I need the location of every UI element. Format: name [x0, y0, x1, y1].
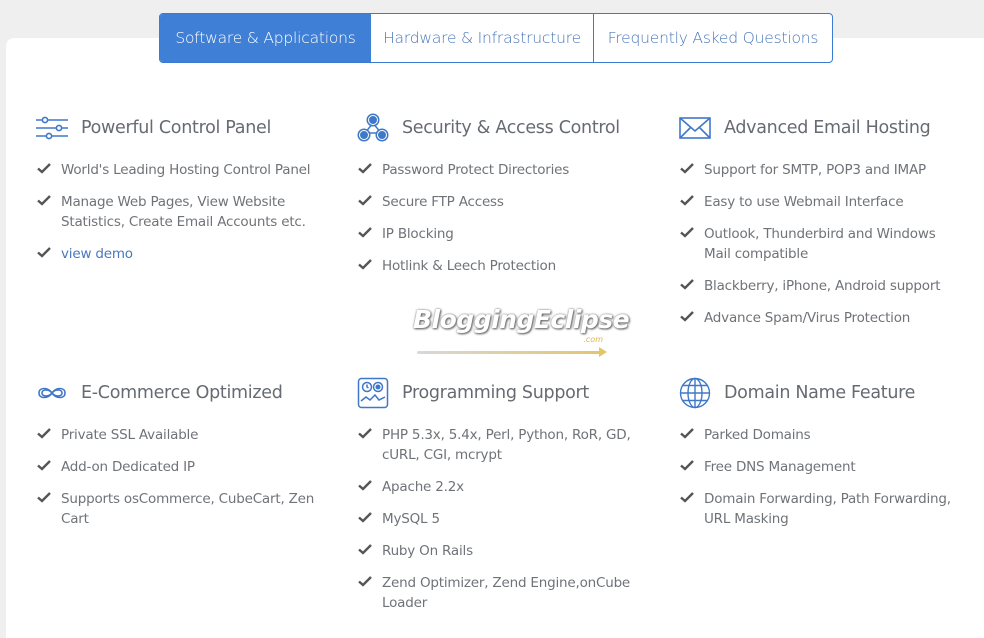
list-item: Advance Spam/Virus Protection [678, 308, 964, 328]
check-icon [37, 163, 51, 174]
tab-bar: Software & Applications Hardware & Infra… [159, 13, 833, 63]
check-icon [358, 428, 372, 439]
feature-list: Support for SMTP, POP3 and IMAP Easy to … [678, 160, 978, 328]
check-icon [680, 279, 694, 290]
list-item-text: Hotlink & Leech Protection [382, 258, 556, 274]
list-item: Domain Forwarding, Path Forwarding, URL … [678, 489, 964, 529]
tab-faq[interactable]: Frequently Asked Questions [594, 14, 832, 62]
feature-title: Security & Access Control [402, 118, 620, 138]
list-item-text: World's Leading Hosting Control Panel [61, 162, 311, 178]
list-item-text: Private SSL Available [61, 427, 199, 443]
list-item-text: Blackberry, iPhone, Android support [704, 278, 941, 294]
list-item: Hotlink & Leech Protection [356, 256, 642, 276]
check-icon [680, 460, 694, 471]
check-icon [358, 480, 372, 491]
feature-list: Password Protect Directories Secure FTP … [356, 160, 656, 276]
list-item: Private SSL Available [35, 425, 321, 445]
check-icon [358, 195, 372, 206]
list-item-text: IP Blocking [382, 226, 454, 242]
list-item: World's Leading Hosting Control Panel [35, 160, 321, 180]
feature-list: World's Leading Hosting Control Panel Ma… [35, 160, 335, 264]
list-item-text: Password Protect Directories [382, 162, 570, 178]
feature-list: Private SSL Available Add-on Dedicated I… [35, 425, 335, 529]
list-item-text: Outlook, Thunderbird and Windows Mail co… [704, 226, 936, 262]
list-item-text: Easy to use Webmail Interface [704, 194, 904, 210]
list-item: Free DNS Management [678, 457, 964, 477]
list-item: Manage Web Pages, View Website Statistic… [35, 192, 321, 232]
list-item: view demo [35, 244, 321, 264]
list-item: PHP 5.3x, 5.4x, Perl, Python, RoR, GD, c… [356, 425, 642, 465]
feature-programming: Programming Support PHP 5.3x, 5.4x, Perl… [356, 375, 656, 625]
feature-list: PHP 5.3x, 5.4x, Perl, Python, RoR, GD, c… [356, 425, 656, 613]
list-item: Zend Optimizer, Zend Engine,onCube Loade… [356, 573, 642, 613]
tab-hardware-infrastructure[interactable]: Hardware & Infrastructure [371, 14, 594, 62]
list-item: Add-on Dedicated IP [35, 457, 321, 477]
list-item-text: Supports osCommerce, CubeCart, Zen Cart [61, 491, 315, 527]
feature-domain: Domain Name Feature Parked Domains Free … [678, 375, 978, 541]
list-item: MySQL 5 [356, 509, 642, 529]
list-item-text: Support for SMTP, POP3 and IMAP [704, 162, 926, 178]
infinity-icon [35, 376, 69, 410]
list-item: Blackberry, iPhone, Android support [678, 276, 964, 296]
check-icon [358, 227, 372, 238]
list-item-text: MySQL 5 [382, 511, 440, 527]
list-item: Password Protect Directories [356, 160, 642, 180]
check-icon [358, 259, 372, 270]
list-item: Outlook, Thunderbird and Windows Mail co… [678, 224, 964, 264]
code-monitor-icon [356, 376, 390, 410]
check-icon [680, 195, 694, 206]
check-icon [358, 512, 372, 523]
list-item: Ruby On Rails [356, 541, 642, 561]
feature-title: E-Commerce Optimized [81, 383, 283, 403]
feature-email: Advanced Email Hosting Support for SMTP,… [678, 110, 978, 340]
feature-ecommerce: E-Commerce Optimized Private SSL Availab… [35, 375, 335, 541]
check-icon [680, 428, 694, 439]
tab-software-applications[interactable]: Software & Applications [160, 14, 371, 62]
list-item-text: Ruby On Rails [382, 543, 473, 559]
list-item-text: Free DNS Management [704, 459, 856, 475]
list-item: Secure FTP Access [356, 192, 642, 212]
list-item-text: PHP 5.3x, 5.4x, Perl, Python, RoR, GD, c… [382, 427, 631, 463]
feature-list: Parked Domains Free DNS Management Domai… [678, 425, 978, 529]
list-item: Parked Domains [678, 425, 964, 445]
feature-title: Domain Name Feature [724, 383, 916, 403]
feature-title: Powerful Control Panel [81, 118, 272, 138]
check-icon [37, 195, 51, 206]
list-item-text: Parked Domains [704, 427, 811, 443]
list-item: IP Blocking [356, 224, 642, 244]
list-item-text: Manage Web Pages, View Website Statistic… [61, 194, 306, 230]
check-icon [680, 311, 694, 322]
check-icon [680, 492, 694, 503]
list-item: Easy to use Webmail Interface [678, 192, 964, 212]
check-icon [37, 247, 51, 258]
feature-control-panel: Powerful Control Panel World's Leading H… [35, 110, 335, 276]
list-item-text: Add-on Dedicated IP [61, 459, 195, 475]
feature-title: Programming Support [402, 383, 589, 403]
list-item: Support for SMTP, POP3 and IMAP [678, 160, 964, 180]
check-icon [37, 428, 51, 439]
list-item-text: Secure FTP Access [382, 194, 504, 210]
users-network-icon [356, 111, 390, 145]
check-icon [37, 460, 51, 471]
check-icon [358, 576, 372, 587]
check-icon [680, 227, 694, 238]
list-item: Apache 2.2x [356, 477, 642, 497]
check-icon [358, 544, 372, 555]
feature-security: Security & Access Control Password Prote… [356, 110, 656, 288]
list-item-text: Apache 2.2x [382, 479, 464, 495]
check-icon [358, 163, 372, 174]
feature-title: Advanced Email Hosting [724, 118, 931, 138]
list-item-text: Domain Forwarding, Path Forwarding, URL … [704, 491, 951, 527]
list-item: Supports osCommerce, CubeCart, Zen Cart [35, 489, 321, 529]
check-icon [680, 163, 694, 174]
sliders-icon [35, 111, 69, 145]
envelope-icon [678, 111, 712, 145]
view-demo-link[interactable]: view demo [61, 246, 133, 262]
list-item-text: Zend Optimizer, Zend Engine,onCube Loade… [382, 575, 631, 611]
list-item-text: Advance Spam/Virus Protection [704, 310, 911, 326]
check-icon [37, 492, 51, 503]
globe-icon [678, 376, 712, 410]
